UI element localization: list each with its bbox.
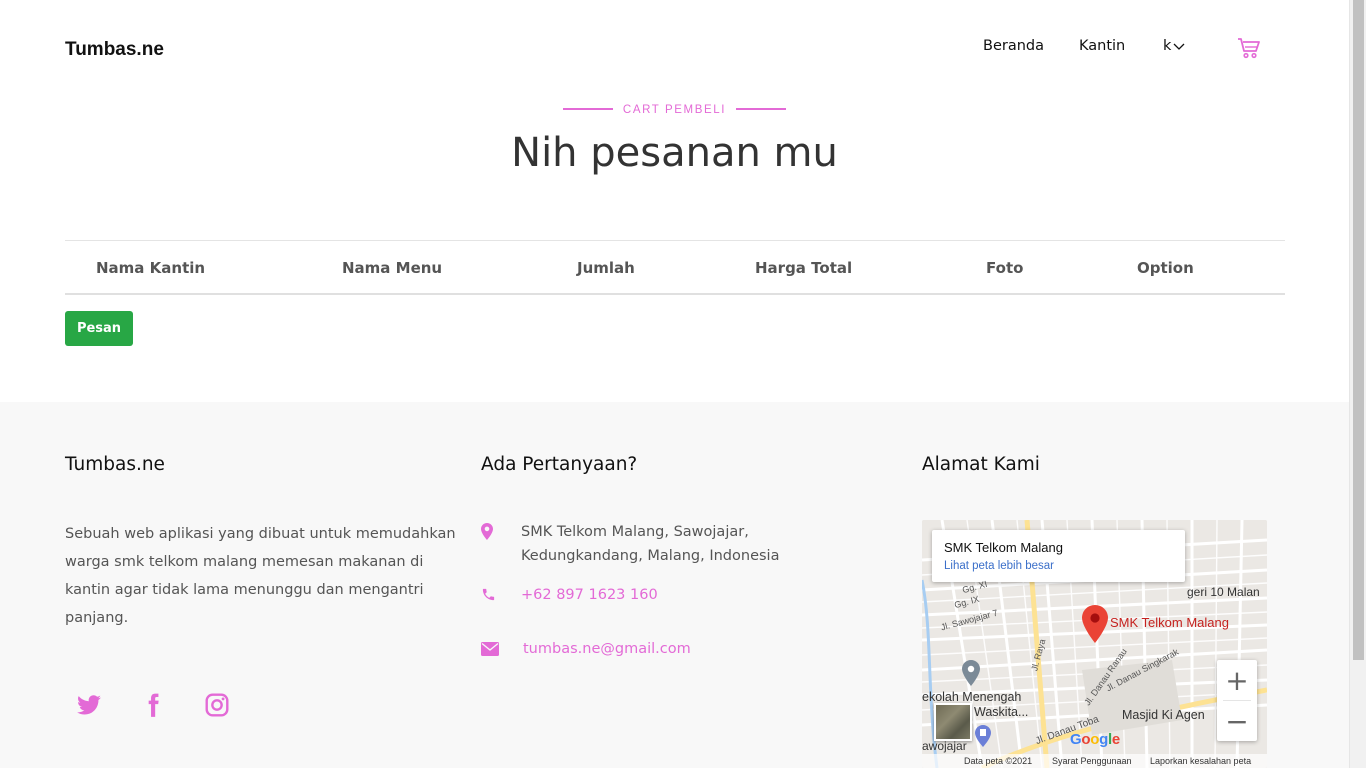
map-attribution: Data peta ©2021 Syarat Penggunaan Lapork… bbox=[922, 754, 1267, 768]
page-scrollbar[interactable] bbox=[1349, 0, 1366, 768]
chevron-down-icon bbox=[1173, 43, 1185, 50]
footer-email-link[interactable]: tumbas.ne@gmail.com bbox=[523, 637, 691, 661]
cart-icon[interactable] bbox=[1237, 37, 1261, 59]
pesan-button[interactable]: Pesan bbox=[65, 311, 133, 346]
map-place-card: SMK Telkom Malang Lihat peta lebih besar bbox=[932, 530, 1185, 582]
map-label-school: ekolah Menengah bbox=[922, 690, 1022, 704]
instagram-icon[interactable] bbox=[204, 692, 230, 718]
page-title: Nih pesanan mu bbox=[511, 130, 838, 176]
phone-icon bbox=[482, 588, 495, 601]
footer-about-heading: Tumbas.ne bbox=[65, 454, 165, 475]
footer-address: SMK Telkom Malang, Sawojajar, Kedungkand… bbox=[521, 520, 779, 568]
satellite-toggle[interactable] bbox=[934, 703, 972, 741]
map-label-school2: Waskita... bbox=[974, 705, 1029, 719]
map-report-link[interactable]: Laporkan kesalahan peta bbox=[1150, 756, 1251, 766]
map-marker-label: SMK Telkom Malang bbox=[1110, 615, 1229, 630]
map-larger-link[interactable]: Lihat peta lebih besar bbox=[944, 560, 1173, 572]
address-line-1: SMK Telkom Malang, Sawojajar, bbox=[521, 524, 749, 540]
map-pin-icon bbox=[481, 523, 493, 540]
footer-location-heading: Alamat Kami bbox=[922, 454, 1040, 475]
map-data-credit: Data peta ©2021 bbox=[964, 756, 1033, 766]
nav-user-label: k bbox=[1163, 38, 1172, 54]
column-header-jumlah: Jumlah bbox=[577, 259, 635, 277]
map-label-area1: geri 10 Malan bbox=[1187, 585, 1260, 599]
map-terms-link[interactable]: Syarat Penggunaan bbox=[1052, 756, 1132, 766]
column-header-option: Option bbox=[1137, 259, 1194, 277]
page: Tumbas.ne Beranda Kantin k CART PEMBELI … bbox=[0, 0, 1349, 768]
decor-line-right bbox=[736, 107, 787, 110]
facebook-icon[interactable] bbox=[140, 692, 166, 718]
column-header-foto: Foto bbox=[986, 259, 1024, 277]
footer: Tumbas.ne Sebuah web aplikasi yang dibua… bbox=[0, 402, 1349, 768]
address-line-2: Kedungkandang, Malang, Indonesia bbox=[521, 548, 780, 564]
fuel-pin-icon bbox=[975, 725, 991, 747]
subheading-text: CART PEMBELI bbox=[622, 104, 727, 116]
zoom-out-button[interactable]: − bbox=[1217, 701, 1257, 741]
map-place-name: SMK Telkom Malang bbox=[944, 540, 1063, 555]
column-header-nama-menu: Nama Menu bbox=[342, 259, 443, 277]
map-zoom-controls: + − bbox=[1217, 660, 1257, 741]
footer-about-text: Sebuah web aplikasi yang dibuat untuk me… bbox=[65, 526, 456, 626]
envelope-icon bbox=[481, 642, 499, 656]
footer-contact-heading: Ada Pertanyaan? bbox=[481, 454, 638, 475]
column-header-harga-total: Harga Total bbox=[755, 259, 853, 277]
school-pin-icon bbox=[962, 660, 980, 686]
zoom-in-button[interactable]: + bbox=[1217, 660, 1257, 700]
scrollbar-thumb[interactable] bbox=[1353, 0, 1364, 660]
nav-beranda[interactable]: Beranda bbox=[983, 38, 1044, 54]
section-subheading: CART PEMBELI bbox=[0, 104, 1349, 116]
twitter-icon[interactable] bbox=[76, 692, 102, 718]
google-logo: Google bbox=[1070, 731, 1120, 748]
map-label-area2: awojajar bbox=[922, 739, 967, 753]
embedded-map[interactable]: SMK Telkom Malang Lihat peta lebih besar… bbox=[922, 520, 1267, 768]
column-header-nama-kantin: Nama Kantin bbox=[96, 259, 206, 277]
map-label-mosque: Masjid Ki Agen bbox=[1122, 708, 1205, 722]
decor-line-left bbox=[562, 107, 613, 110]
cart-table: Nama Kantin Nama Menu Jumlah Harga Total… bbox=[65, 240, 1285, 295]
brand-logo[interactable]: Tumbas.ne bbox=[65, 39, 164, 61]
nav-kantin[interactable]: Kantin bbox=[1079, 38, 1125, 54]
nav-user-dropdown[interactable]: k bbox=[1163, 38, 1185, 54]
map-marker-icon[interactable] bbox=[1082, 605, 1108, 643]
footer-phone-link[interactable]: +62 897 1623 160 bbox=[521, 583, 658, 607]
